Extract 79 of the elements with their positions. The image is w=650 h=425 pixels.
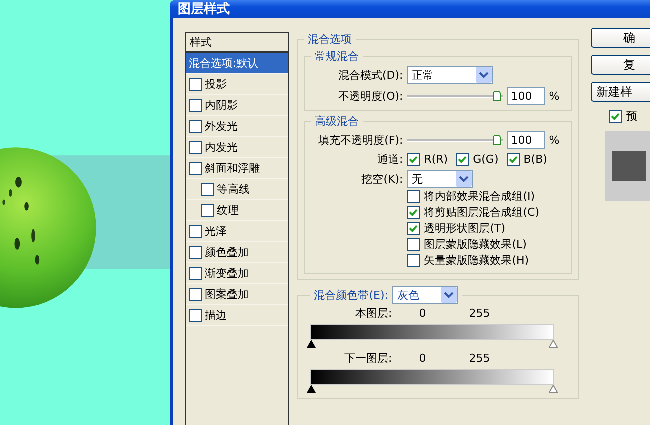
- slider-thumb[interactable]: [549, 385, 558, 393]
- field-label: 本图层:: [354, 306, 392, 321]
- style-item[interactable]: 纹理: [186, 200, 288, 221]
- field-label: 填充不透明度(F):: [318, 132, 404, 148]
- value-label: 255: [468, 352, 490, 365]
- checkbox-label: 透明形状图层(T): [424, 221, 506, 236]
- checkbox[interactable]: [189, 246, 202, 258]
- style-item[interactable]: 等高线: [186, 179, 288, 200]
- checkbox-label: 矢量蒙版隐藏效果(H): [424, 253, 530, 268]
- unit-label: %: [549, 134, 560, 146]
- dialog-button[interactable]: 新建样: [591, 82, 650, 102]
- style-item[interactable]: 混合选项:默认: [186, 53, 288, 74]
- style-item[interactable]: 外发光: [186, 116, 288, 137]
- checkbox[interactable]: [407, 222, 420, 235]
- checkbox[interactable]: [407, 153, 420, 166]
- field-label: 通道:: [376, 152, 404, 167]
- window-title: 图层样式: [178, 1, 230, 18]
- checkbox[interactable]: [189, 140, 202, 154]
- number-field[interactable]: 100: [507, 131, 546, 149]
- number-field[interactable]: 100: [507, 87, 546, 105]
- checkbox[interactable]: [407, 206, 420, 219]
- knockout-dropdown[interactable]: 无: [407, 170, 474, 188]
- chevron-down-icon: [476, 67, 492, 83]
- chevron-down-icon: [456, 171, 472, 187]
- blend-if-dropdown[interactable]: 灰色: [392, 286, 458, 304]
- checkbox[interactable]: [407, 190, 420, 203]
- group-title: 常规混合: [314, 49, 360, 64]
- preview-swatch: [605, 131, 650, 201]
- blend-mode-dropdown[interactable]: 正常: [407, 66, 494, 84]
- checkbox[interactable]: [189, 266, 202, 280]
- checkbox[interactable]: [456, 153, 470, 166]
- slider-thumb[interactable]: [493, 135, 502, 145]
- style-item[interactable]: 描边: [186, 305, 288, 326]
- field-label: 混合模式(D):: [337, 68, 404, 82]
- style-item[interactable]: 颜色叠加: [186, 242, 288, 263]
- style-item[interactable]: 内发光: [186, 137, 288, 158]
- checkbox-label: 将内部效果混合成组(I): [424, 189, 536, 204]
- checkbox[interactable]: [189, 288, 202, 300]
- value-label: 255: [468, 307, 490, 320]
- checkbox[interactable]: [407, 254, 420, 267]
- checkbox[interactable]: [189, 308, 202, 322]
- checkbox[interactable]: [189, 224, 202, 238]
- field-label: 挖空(K):: [360, 172, 404, 186]
- checkbox[interactable]: [189, 78, 202, 90]
- style-item[interactable]: 渐变叠加: [186, 263, 288, 284]
- group-title: 高级混合: [314, 114, 360, 129]
- checkbox-label: B(B): [524, 153, 548, 166]
- field-label: 不透明度(O):: [337, 88, 404, 104]
- slider-thumb[interactable]: [307, 385, 316, 393]
- checkbox[interactable]: [506, 153, 520, 166]
- slider-thumb[interactable]: [493, 91, 502, 101]
- style-item[interactable]: 投影: [186, 74, 288, 95]
- checkbox-label: 将剪贴图层混合成组(C): [424, 205, 540, 220]
- field-label: 下一图层:: [344, 351, 392, 366]
- field-label: 混合颜色带(E):: [314, 288, 388, 302]
- checkbox[interactable]: [407, 238, 420, 251]
- slider-thumb[interactable]: [549, 340, 558, 348]
- preview-checkbox[interactable]: [609, 110, 622, 123]
- checkbox-label: 图层蒙版隐藏效果(L): [424, 237, 527, 252]
- style-item[interactable]: 内阴影: [186, 95, 288, 116]
- style-item[interactable]: 斜面和浮雕: [186, 158, 288, 179]
- checkbox-label: G(G): [473, 153, 499, 166]
- checkbox[interactable]: [201, 182, 214, 196]
- group-title: 混合选项: [307, 32, 354, 47]
- dialog-button[interactable]: 复: [591, 55, 650, 75]
- value-label: 0: [418, 307, 426, 320]
- checkbox-label: 预: [626, 109, 638, 124]
- checkbox[interactable]: [201, 204, 214, 216]
- checkbox[interactable]: [189, 98, 202, 112]
- style-item[interactable]: 图案叠加: [186, 284, 288, 305]
- dialog-button[interactable]: 确: [591, 28, 650, 48]
- value-label: 0: [418, 352, 426, 365]
- style-item[interactable]: 光泽: [186, 221, 288, 242]
- checkbox-label: R(R): [424, 153, 448, 166]
- checkbox[interactable]: [189, 162, 202, 174]
- slider-thumb[interactable]: [307, 340, 316, 348]
- checkbox[interactable]: [189, 120, 202, 132]
- chevron-down-icon: [441, 287, 458, 303]
- unit-label: %: [549, 90, 560, 102]
